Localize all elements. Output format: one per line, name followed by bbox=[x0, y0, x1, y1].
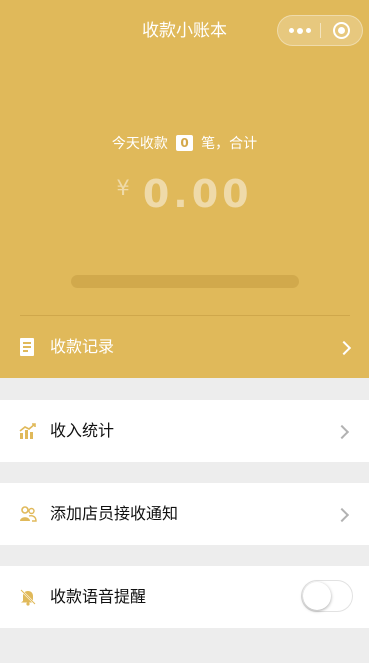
voice-alert-label: 收款语音提醒 bbox=[50, 587, 147, 606]
toggle-knob bbox=[303, 582, 331, 610]
chevron-right-icon bbox=[334, 507, 350, 523]
amount-display: ¥ 0.00 bbox=[0, 172, 369, 216]
more-dots-icon[interactable] bbox=[278, 16, 321, 45]
count-badge: 0 bbox=[176, 135, 193, 151]
income-stats-row[interactable]: 收入统计 bbox=[0, 400, 369, 462]
mini-program-capsule bbox=[277, 15, 363, 46]
today-suffix: 笔，合计 bbox=[201, 136, 258, 152]
add-staff-label: 添加店员接收通知 bbox=[50, 504, 179, 523]
summary-header: 收款小账本 今天收款 0 笔，合计 ¥ 0.00 收款记录 bbox=[0, 0, 369, 378]
amount-value: 0.00 bbox=[142, 172, 253, 216]
bell-icon bbox=[20, 589, 36, 606]
today-summary: 今天收款 0 笔，合计 bbox=[0, 134, 369, 154]
today-prefix: 今天收款 bbox=[111, 136, 168, 152]
voice-alert-row: 收款语音提醒 bbox=[0, 566, 369, 628]
add-staff-row[interactable]: 添加店员接收通知 bbox=[0, 483, 369, 545]
staff-icon bbox=[20, 506, 37, 522]
document-icon bbox=[20, 338, 34, 356]
records-row[interactable]: 收款记录 bbox=[0, 316, 369, 378]
records-label: 收款记录 bbox=[50, 337, 115, 356]
capsule-divider bbox=[320, 23, 321, 38]
chart-icon bbox=[19, 423, 36, 439]
voice-alert-toggle[interactable] bbox=[301, 580, 353, 612]
chevron-right-icon bbox=[336, 340, 352, 356]
income-stats-label: 收入统计 bbox=[50, 421, 115, 440]
app-root: 收款小账本 今天收款 0 笔，合计 ¥ 0.00 收款记录 收入统计 添加店员接… bbox=[0, 0, 369, 663]
progress-bar bbox=[71, 275, 299, 288]
close-target-icon[interactable] bbox=[333, 22, 350, 39]
chevron-right-icon bbox=[334, 424, 350, 440]
currency-symbol: ¥ bbox=[116, 176, 130, 200]
